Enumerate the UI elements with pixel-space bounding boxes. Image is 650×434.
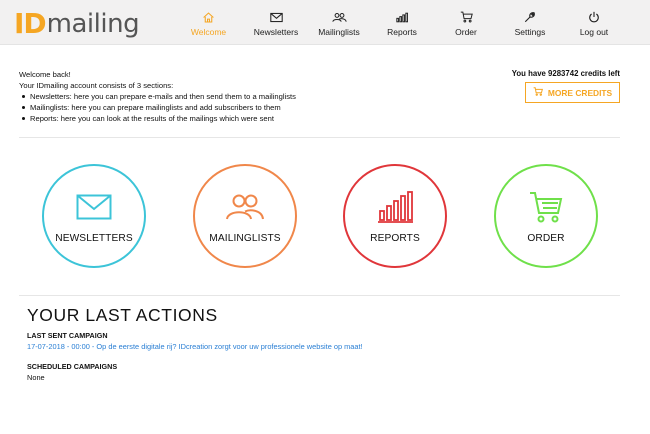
scheduled-value: None xyxy=(27,373,45,382)
last-actions-title: YOUR LAST ACTIONS xyxy=(27,305,218,325)
order-tile-label: ORDER xyxy=(527,233,565,244)
reports-tile[interactable]: REPORTS xyxy=(343,164,447,268)
section-divider xyxy=(19,137,620,138)
cart-icon xyxy=(529,189,563,225)
cart-icon xyxy=(460,10,473,24)
list-item: Mailinglists: here you can prepare maili… xyxy=(19,102,296,113)
scheduled-heading: SCHEDULED CAMPAIGNS xyxy=(27,362,118,371)
newsletters-tile-label: NEWSLETTERS xyxy=(55,233,133,244)
nav-welcome-label: Welcome xyxy=(190,27,227,37)
users-icon xyxy=(331,10,347,24)
nav-settings-label: Settings xyxy=(514,27,546,37)
welcome-heading: Welcome back! xyxy=(19,70,71,79)
cart-icon xyxy=(533,87,543,98)
mailinglists-tile-label: MAILINGLISTS xyxy=(209,233,281,244)
idmailing-logo[interactable]: ID mailing xyxy=(14,4,140,40)
nav-order[interactable]: Order xyxy=(434,0,498,45)
nav-mailinglists-label: Mailinglists xyxy=(318,27,360,37)
last-campaign-link[interactable]: 17-07-2018 - 00:00 - Op de eerste digita… xyxy=(27,342,363,351)
nav-logout-label: Log out xyxy=(579,27,609,37)
home-icon xyxy=(202,10,215,24)
list-item: Reports: here you can look at the result… xyxy=(19,113,296,124)
sections-list: Newsletters: here you can prepare e-mail… xyxy=(19,91,296,124)
nav-settings[interactable]: Settings xyxy=(498,0,562,45)
top-header: ID mailing Welcome Newsletters Mailinglis… xyxy=(0,0,650,45)
sections-summary: Your IDmailing account consists of 3 sec… xyxy=(19,81,174,90)
more-credits-button[interactable]: MORE CREDITS xyxy=(525,82,620,103)
welcome-intro: Welcome back! Your IDmailing account con… xyxy=(19,69,296,124)
list-item: Newsletters: here you can prepare e-mail… xyxy=(19,91,296,102)
nav-reports-label: Reports xyxy=(387,27,417,37)
bar-chart-icon xyxy=(396,10,408,24)
nav-reports[interactable]: Reports xyxy=(370,0,434,45)
nav-mailinglists[interactable]: Mailinglists xyxy=(308,0,370,45)
more-credits-label: MORE CREDITS xyxy=(547,87,613,98)
logo-id-mark: ID xyxy=(14,7,47,40)
logo-wordmark: mailing xyxy=(46,9,140,39)
newsletters-tile[interactable]: NEWSLETTERS xyxy=(42,164,146,268)
wrench-icon xyxy=(524,10,536,24)
nav-newsletters-label: Newsletters xyxy=(253,27,299,37)
last-sent-heading: LAST SENT CAMPAIGN xyxy=(27,331,108,340)
envelope-icon xyxy=(76,189,112,225)
section-divider xyxy=(19,295,620,296)
credits-left-text: You have 9283742 credits left xyxy=(511,69,620,78)
order-tile[interactable]: ORDER xyxy=(494,164,598,268)
power-icon xyxy=(588,10,600,24)
mailinglists-tile[interactable]: MAILINGLISTS xyxy=(193,164,297,268)
nav-welcome[interactable]: Welcome xyxy=(180,0,237,45)
users-icon xyxy=(225,189,265,225)
reports-tile-label: REPORTS xyxy=(370,233,420,244)
envelope-icon xyxy=(269,10,283,24)
nav-order-label: Order xyxy=(455,27,477,37)
bar-chart-icon xyxy=(377,189,413,225)
nav-newsletters[interactable]: Newsletters xyxy=(244,0,308,45)
nav-logout[interactable]: Log out xyxy=(562,0,626,45)
main-nav: Welcome Newsletters Mailinglists Reports… xyxy=(180,0,626,45)
